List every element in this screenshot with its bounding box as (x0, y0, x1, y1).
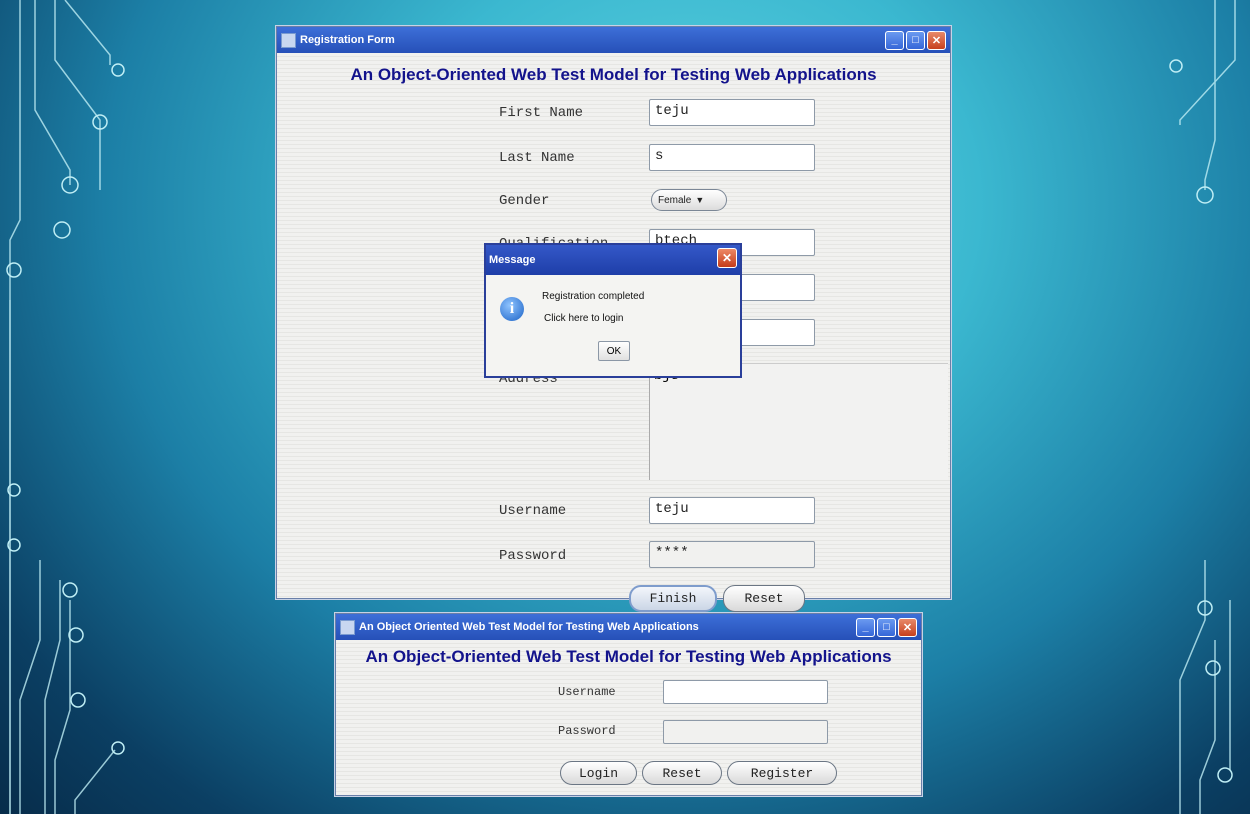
maximize-icon[interactable]: □ (877, 617, 896, 637)
login-password-input[interactable] (663, 720, 828, 744)
login-username-label: Username (558, 685, 616, 699)
ok-button[interactable]: OK (598, 341, 630, 361)
address-textarea[interactable]: bjs (649, 363, 948, 480)
close-icon[interactable]: ✕ (927, 30, 946, 50)
info-icon: i (500, 297, 524, 321)
login-window: An Object Oriented Web Test Model for Te… (335, 613, 922, 796)
finish-button[interactable]: Finish (629, 585, 717, 612)
registration-title-bar[interactable]: Registration Form _ □ ✕ (277, 27, 950, 53)
message-dialog: Message ✕ i Registration completed Click… (484, 243, 742, 378)
first-name-input[interactable]: teju (649, 99, 815, 126)
last-name-label: Last Name (499, 150, 575, 166)
login-heading: An Object-Oriented Web Test Model for Te… (365, 647, 892, 666)
register-button[interactable]: Register (727, 761, 837, 785)
username-label: Username (499, 503, 567, 519)
username-input[interactable]: teju (649, 497, 815, 524)
password-label: Password (499, 548, 567, 564)
close-icon[interactable]: ✕ (898, 617, 917, 637)
maximize-icon[interactable]: □ (906, 30, 925, 50)
message-dialog-title-bar[interactable]: Message ✕ (486, 245, 740, 275)
first-name-label: First Name (499, 105, 584, 121)
java-app-icon (340, 619, 355, 635)
gender-select[interactable]: Female ▼ (651, 189, 727, 211)
minimize-icon[interactable]: _ (856, 617, 875, 637)
login-window-title: An Object Oriented Web Test Model for Te… (359, 621, 699, 633)
login-button[interactable]: Login (560, 761, 637, 785)
message-line-1: Registration completed (542, 291, 645, 302)
login-username-input[interactable] (663, 680, 828, 704)
close-icon[interactable]: ✕ (717, 248, 737, 268)
java-app-icon (281, 32, 296, 48)
chevron-down-icon: ▼ (695, 195, 705, 205)
registration-heading: An Object-Oriented Web Test Model for Te… (350, 65, 877, 84)
minimize-icon[interactable]: _ (885, 30, 904, 50)
login-password-label: Password (558, 724, 616, 738)
login-form: An Object-Oriented Web Test Model for Te… (336, 640, 921, 795)
registration-window-title: Registration Form (300, 34, 395, 46)
message-line-2[interactable]: Click here to login (544, 313, 623, 324)
gender-select-value: Female (658, 194, 692, 206)
login-title-bar[interactable]: An Object Oriented Web Test Model for Te… (336, 614, 921, 640)
gender-label: Gender (499, 193, 550, 209)
message-dialog-title: Message (489, 254, 536, 266)
password-input[interactable]: **** (649, 541, 815, 568)
login-reset-button[interactable]: Reset (642, 761, 722, 785)
reset-button[interactable]: Reset (723, 585, 805, 612)
last-name-input[interactable]: s (649, 144, 815, 171)
